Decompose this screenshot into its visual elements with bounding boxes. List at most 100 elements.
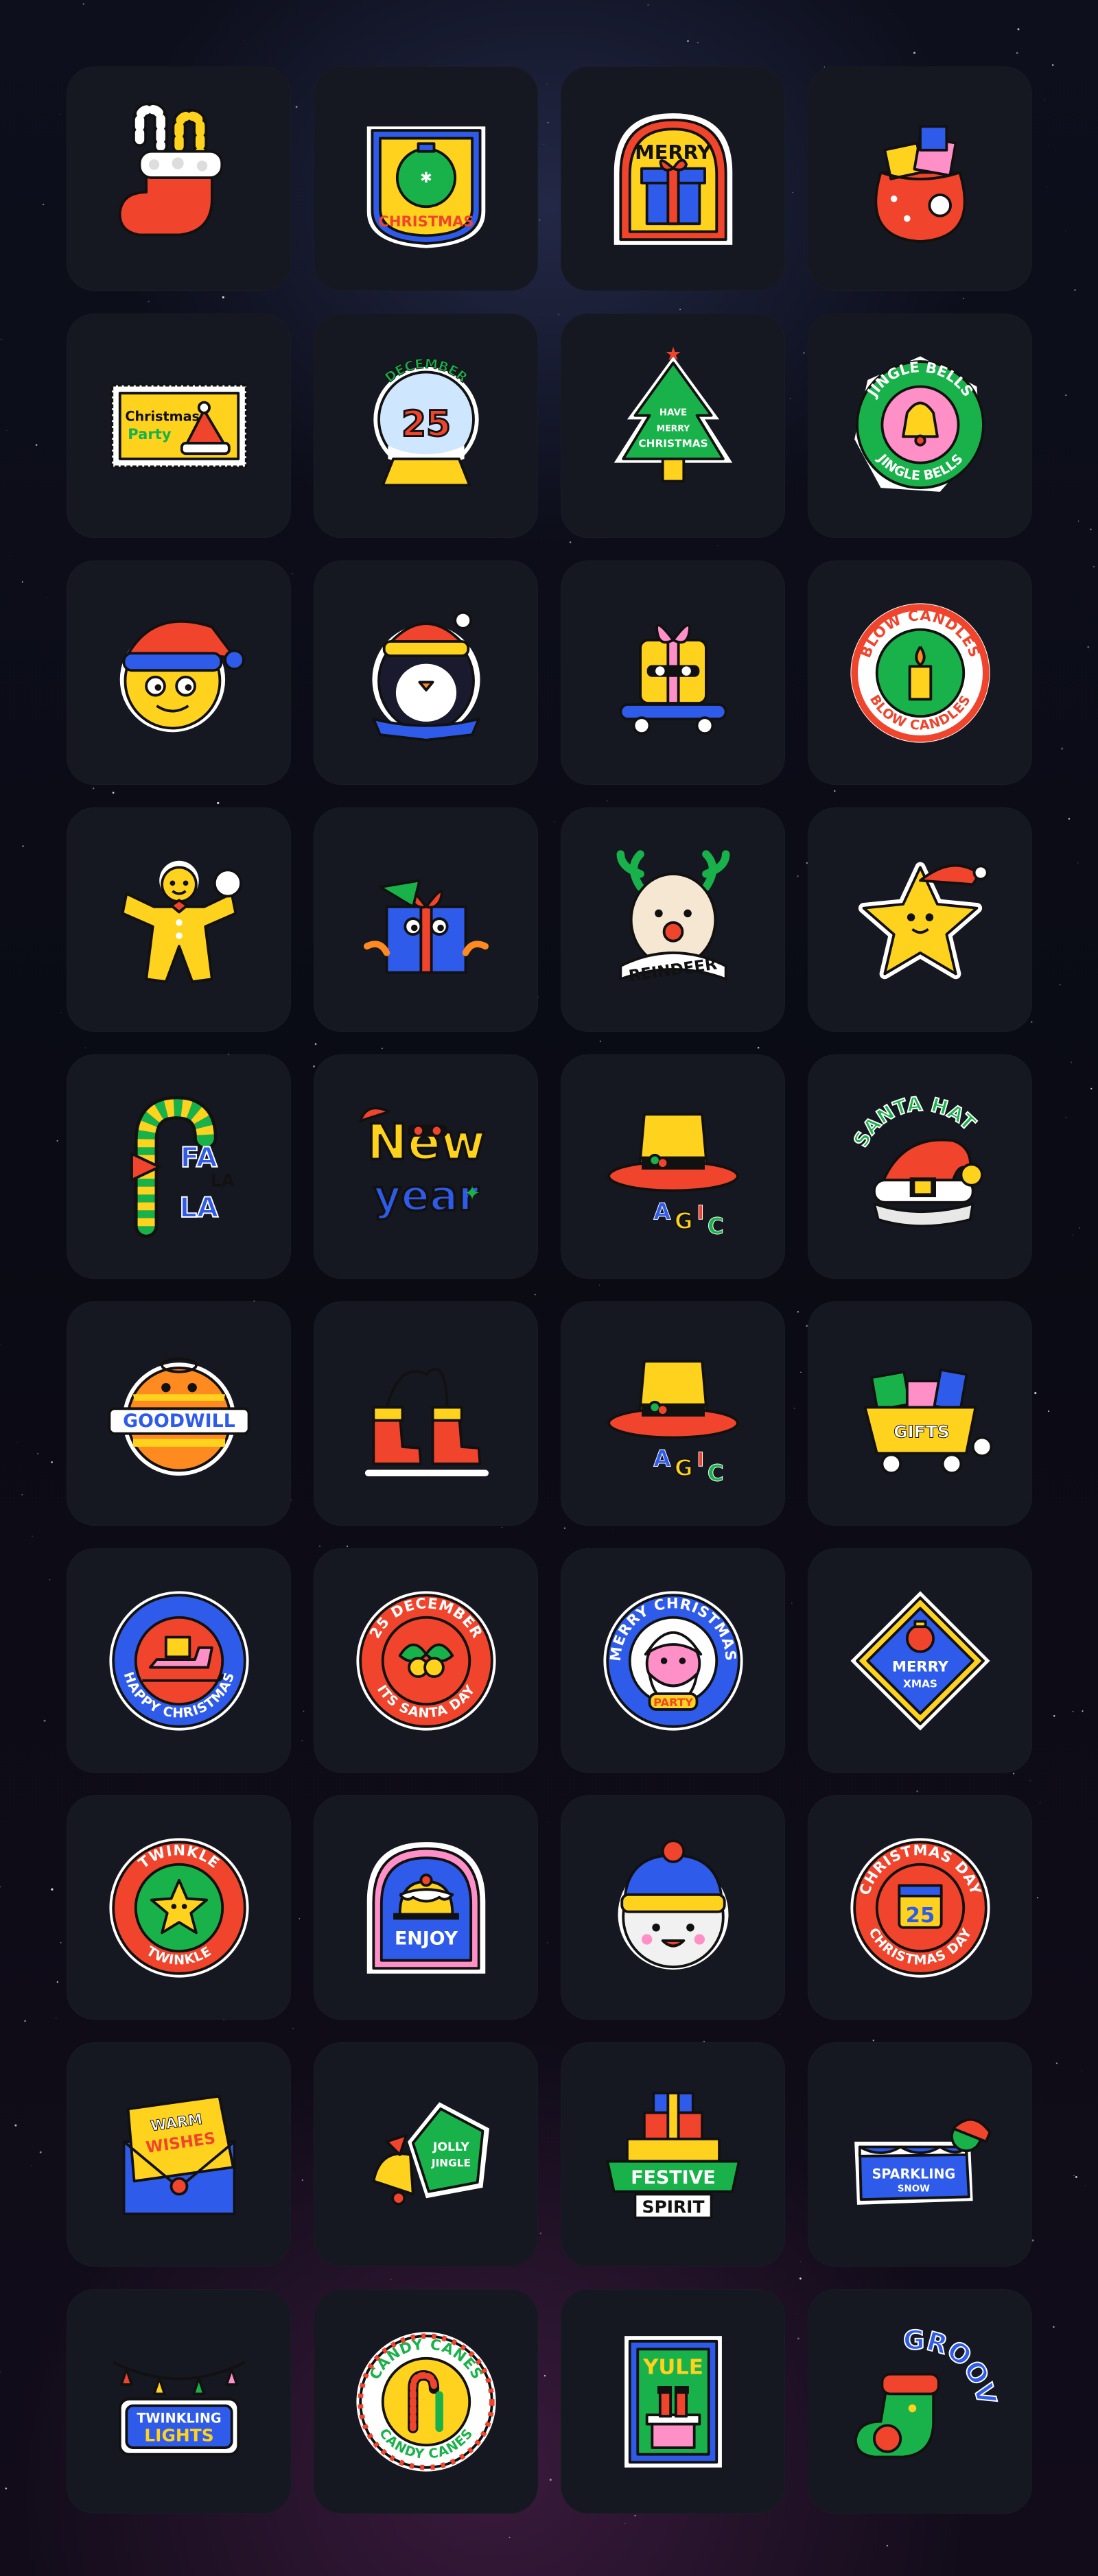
groovy-stocking-icon: GROOVY: [830, 2298, 1003, 2481]
svg-text:SANTA HAT: SANTA HAT: [848, 1091, 980, 1150]
sticker-tile[interactable]: [67, 560, 291, 785]
svg-text:25: 25: [401, 403, 450, 445]
holly-badge-icon: 25 DECEMBER ITS SANTA DAY: [347, 1582, 505, 1740]
twinkle-star-badge-icon: TWINKLE TWINKLE: [100, 1829, 258, 1987]
sticker-tile[interactable]: [314, 807, 538, 1032]
svg-text:G: G: [674, 1208, 692, 1234]
sticker-tile[interactable]: FA LA LA FA LA LA: [67, 1054, 291, 1279]
svg-text:LA: LA: [210, 1170, 235, 1190]
svg-text:G: G: [674, 1455, 692, 1481]
sticker-tile[interactable]: GROOVY: [808, 2289, 1032, 2514]
sticker-tile[interactable]: REINDEER: [561, 807, 785, 1032]
sticker-tile[interactable]: [67, 807, 291, 1032]
snow-banner-icon: SPARKLING SNOW SPARKLING SNOW: [841, 2076, 999, 2234]
sticker-grid: ✱ CHRISTMAS MERRY Christmas Party Christ…: [67, 67, 1032, 2514]
sticker-tile[interactable]: MERRY XMAS MERRY XMAS: [808, 1548, 1032, 1773]
svg-text:LIGHTS: LIGHTS: [144, 2425, 213, 2445]
sticker-tile[interactable]: MERRY: [561, 67, 785, 291]
smiley-santa-hat-icon: [100, 594, 258, 752]
santa-face-badge-icon: MERRY CHRISTMAS PARTY: [594, 1582, 752, 1740]
sticker-tile[interactable]: New year ✦ New year: [314, 1054, 538, 1279]
svg-text:HAVE: HAVE: [659, 407, 686, 418]
svg-text:✦: ✦: [464, 1181, 480, 1204]
sticker-tile[interactable]: [67, 67, 291, 291]
ice-skates-icon: [347, 1335, 505, 1493]
sticker-tile[interactable]: BLOW CANDLES BLOW CANDLES: [808, 560, 1032, 785]
sticker-tile[interactable]: WARM WISHES WARM WISHES: [67, 2042, 291, 2267]
bell-pentagon-icon: JOLLY JINGLE JOLLY JINGLE: [347, 2076, 505, 2234]
beanie-character-icon: [594, 1829, 752, 1987]
svg-text:I: I: [697, 1201, 704, 1224]
ornament-badge-icon: ✱ CHRISTMAS: [347, 100, 505, 258]
sticker-tile[interactable]: GOODWILL: [67, 1301, 291, 1526]
svg-text:SPARKLING: SPARKLING: [872, 2166, 955, 2182]
party-stamp-icon: Christmas Party Christmas Party: [100, 347, 258, 505]
sticker-tile[interactable]: [808, 67, 1032, 291]
sticker-tile[interactable]: TWINKLE TWINKLE: [67, 1795, 291, 2020]
sticker-tile[interactable]: [314, 560, 538, 785]
star-santa-hat-icon: [841, 841, 999, 999]
sticker-label: Christmas: [125, 408, 200, 424]
sticker-tile[interactable]: [808, 807, 1032, 1032]
sticker-tile[interactable]: Christmas Party Christmas Party: [67, 314, 291, 538]
gift-skateboard-icon: [594, 594, 752, 752]
calendar-badge-icon: CHRISTMAS DAY CHRISTMAS DAY 25: [841, 1829, 999, 1987]
sticker-tile[interactable]: TWINKLING LIGHTS TWINKLING LIGHTS: [67, 2289, 291, 2514]
sticker-label: MERRY: [635, 141, 712, 164]
sticker-tile[interactable]: A G I C AGIC: [561, 1301, 785, 1526]
sticker-tile[interactable]: HAPPY CHRISTMAS: [67, 1548, 291, 1773]
sticker-label: GIFTS: [893, 1421, 950, 1441]
svg-text:SPIRIT: SPIRIT: [642, 2197, 704, 2217]
sticker-tile[interactable]: [561, 560, 785, 785]
sticker-tile[interactable]: YULE: [561, 2289, 785, 2514]
sticker-tile[interactable]: GIFTS: [808, 1301, 1032, 1526]
sticker-tile[interactable]: ★ HAVE MERRY CHRISTMAS HAVE A MERRY CHRI…: [561, 314, 785, 538]
sticker-tile[interactable]: CHRISTMAS DAY CHRISTMAS DAY 25: [808, 1795, 1032, 2020]
sticker-tile[interactable]: ENJOY: [314, 1795, 538, 2020]
sticker-label: ENJOY: [394, 1928, 458, 1949]
jingle-bells-icon: JINGLE BELLS JINGLE BELLS: [841, 347, 999, 505]
new-year-icon: New year ✦ New year: [347, 1088, 505, 1246]
candle-badge-icon: BLOW CANDLES BLOW CANDLES: [841, 594, 999, 752]
svg-text:MERRY: MERRY: [656, 423, 690, 433]
sticker-label: YULE: [642, 2355, 703, 2379]
magic-hat-icon: A G I C AGIC: [594, 1335, 752, 1493]
svg-text:25: 25: [905, 1904, 935, 1928]
svg-text:XMAS: XMAS: [903, 1677, 937, 1690]
sticker-tile[interactable]: 25 DECEMBER ITS SANTA DAY: [314, 1548, 538, 1773]
ornament-diamond-icon: MERRY XMAS MERRY XMAS: [841, 1582, 999, 1740]
svg-text:★: ★: [664, 344, 681, 365]
sticker-tile[interactable]: [561, 1795, 785, 2020]
sticker-tile[interactable]: A G I C AGIC: [561, 1054, 785, 1279]
penguin-icon: [347, 594, 505, 752]
svg-text:I: I: [697, 1447, 704, 1471]
candy-cane-icon: FA LA LA FA LA LA: [100, 1088, 258, 1246]
sticker-tile[interactable]: 25 DECEMBER DECEMBER 25: [314, 314, 538, 538]
gift-arch-icon: MERRY: [594, 100, 752, 258]
sticker-label: GOODWILL: [123, 1410, 235, 1432]
sticker-tile[interactable]: SPARKLING SNOW SPARKLING SNOW: [808, 2042, 1032, 2267]
svg-text:SNOW: SNOW: [897, 2184, 929, 2194]
svg-text:A: A: [653, 1198, 671, 1225]
sticker-tile[interactable]: FESTIVE SPIRIT FESTIVE SPIRIT: [561, 2042, 785, 2267]
christmas-tree-icon: ★ HAVE MERRY CHRISTMAS HAVE A MERRY CHRI…: [594, 344, 752, 505]
sticker-tile[interactable]: MERRY CHRISTMAS PARTY: [561, 1548, 785, 1773]
envelope-icon: WARM WISHES WARM WISHES: [100, 2076, 258, 2234]
gift-stack-icon: FESTIVE SPIRIT FESTIVE SPIRIT: [594, 2076, 752, 2234]
sticker-tile[interactable]: JOLLY JINGLE JOLLY JINGLE: [314, 2042, 538, 2267]
santa-sack-icon: [841, 100, 999, 258]
sticker-tile[interactable]: CANDY CANES CANDY CANES: [314, 2289, 538, 2514]
gift-character-icon: [347, 841, 505, 999]
pudding-arch-icon: ENJOY: [347, 1829, 505, 1987]
snow-globe-icon: 25 DECEMBER DECEMBER 25: [347, 347, 505, 505]
svg-text:MERRY: MERRY: [892, 1657, 949, 1675]
svg-text:JINGLE: JINGLE: [430, 2157, 470, 2169]
reindeer-icon: REINDEER: [594, 841, 752, 999]
sticker-tile[interactable]: JINGLE BELLS JINGLE BELLS: [808, 314, 1032, 538]
svg-text:✱: ✱: [420, 168, 432, 185]
svg-text:LA: LA: [179, 1192, 218, 1223]
sticker-tile[interactable]: ✱ CHRISTMAS: [314, 67, 538, 291]
sticker-tile[interactable]: SANTA HAT SANTA HAT: [808, 1054, 1032, 1279]
sticker-tile[interactable]: [314, 1301, 538, 1526]
svg-text:CHRISTMAS: CHRISTMAS: [638, 437, 708, 449]
